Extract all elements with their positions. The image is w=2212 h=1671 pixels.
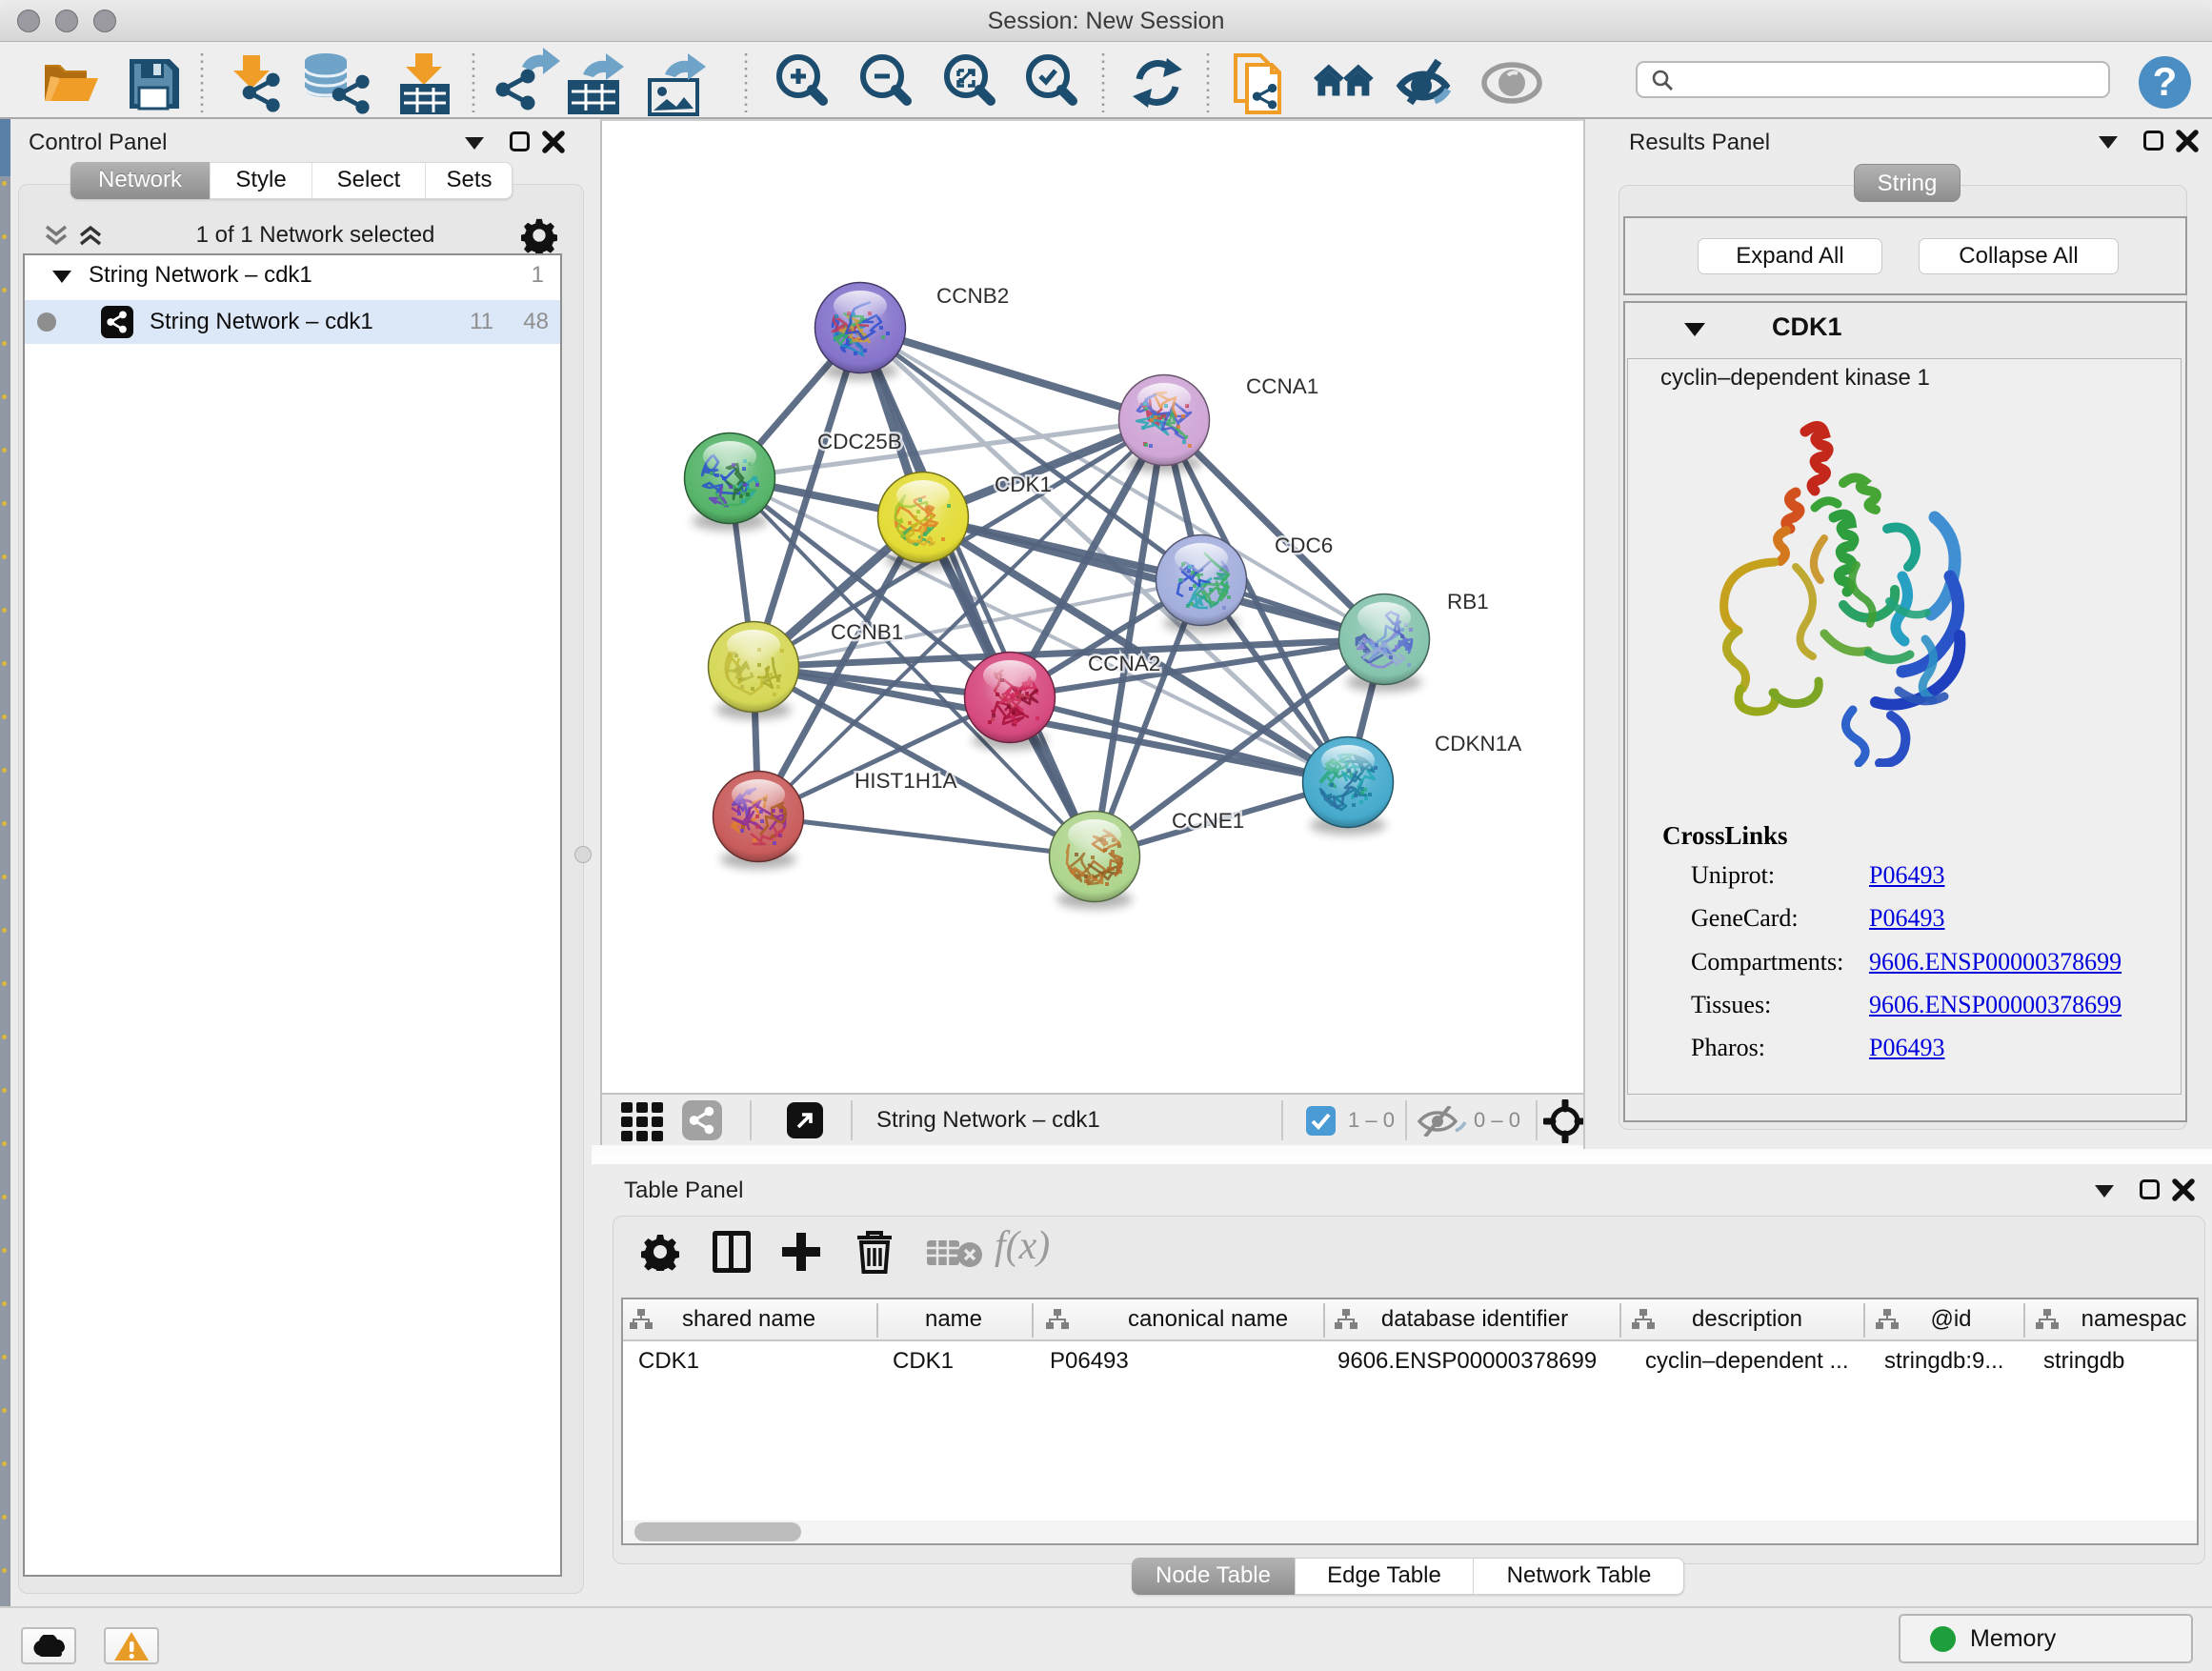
svg-text:RB1: RB1: [1447, 590, 1489, 614]
svg-text:CCNE1: CCNE1: [1172, 809, 1244, 833]
svg-text:CDC6: CDC6: [1275, 534, 1333, 557]
svg-text:CDK1: CDK1: [995, 473, 1052, 496]
svg-text:CCNB1: CCNB1: [831, 620, 903, 644]
svg-text:HIST1H1A: HIST1H1A: [855, 769, 957, 793]
svg-text:CCNB2: CCNB2: [936, 284, 1009, 308]
svg-text:CDC25B: CDC25B: [817, 430, 902, 453]
svg-text:CCNA2: CCNA2: [1088, 652, 1160, 675]
svg-text:CCNA1: CCNA1: [1246, 374, 1318, 398]
svg-text:CDKN1A: CDKN1A: [1435, 732, 1521, 755]
